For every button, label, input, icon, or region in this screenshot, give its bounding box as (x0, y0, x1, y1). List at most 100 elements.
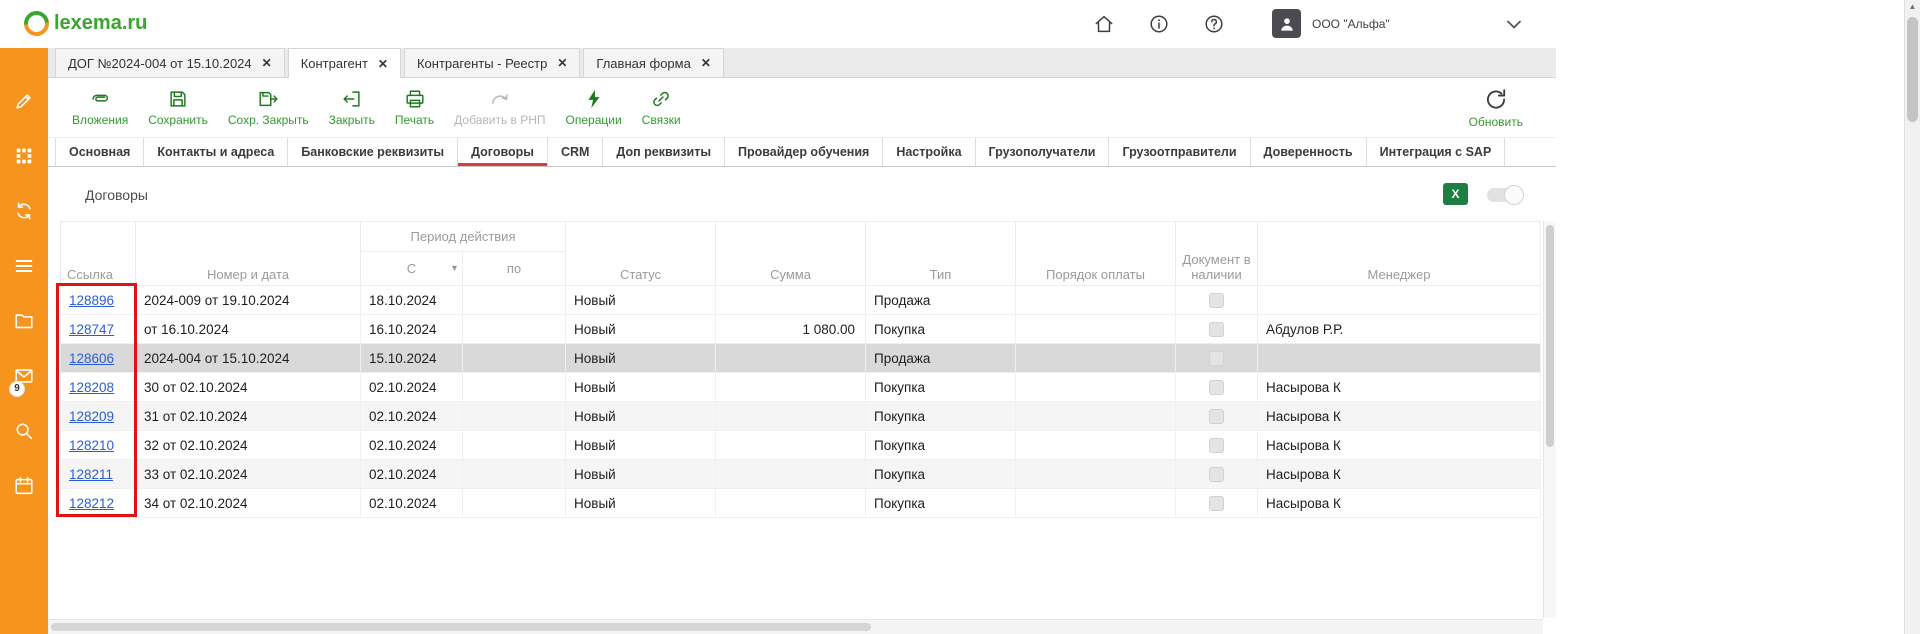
column-header-doc-available[interactable]: Документ в наличии (1176, 222, 1258, 286)
doc-available-checkbox[interactable] (1209, 293, 1224, 308)
doc-available-checkbox[interactable] (1209, 496, 1224, 511)
cell-sum (716, 402, 866, 431)
contract-link[interactable]: 128211 (69, 467, 113, 482)
sidebar-item-mail[interactable]: 9 (13, 365, 35, 387)
links-button[interactable]: Связки (642, 88, 681, 127)
column-header-status[interactable]: Статус (566, 222, 716, 286)
table-horizontal-scrollbar[interactable] (48, 619, 1543, 634)
form-tab[interactable]: Доверенность (1251, 138, 1367, 166)
contract-link[interactable]: 128208 (69, 380, 114, 395)
window-tab[interactable]: ДОГ №2024-004 от 15.10.2024 ✕ (55, 48, 285, 77)
form-tab[interactable]: Провайдер обучения (725, 138, 883, 166)
sidebar-item-search[interactable] (13, 420, 35, 442)
cell-link: 128211 (61, 460, 136, 489)
table-row[interactable]: 12820931 от 02.10.202402.10.2024НовыйПок… (61, 402, 1541, 431)
contract-link[interactable]: 128212 (69, 496, 114, 511)
column-header-link[interactable]: Ссылка (61, 222, 136, 286)
table-row[interactable]: 12820830 от 02.10.202402.10.2024НовыйПок… (61, 373, 1541, 402)
table-row[interactable]: 128747от 16.10.202416.10.2024Новый1 080.… (61, 315, 1541, 344)
cell-payment (1016, 344, 1176, 373)
app-logo[interactable]: lexema.ru (24, 11, 147, 36)
window-tab-active[interactable]: Контрагент ✕ (288, 48, 401, 78)
table-row[interactable]: 12821133 от 02.10.202402.10.2024НовыйПок… (61, 460, 1541, 489)
cell-to (463, 315, 566, 344)
close-icon[interactable]: ✕ (701, 56, 711, 70)
close-icon[interactable]: ✕ (557, 56, 567, 70)
print-button[interactable]: Печать (395, 88, 434, 127)
doc-available-checkbox[interactable] (1209, 351, 1224, 366)
sidebar-item-edit[interactable] (13, 90, 35, 112)
table-vertical-scrollbar[interactable] (1543, 221, 1556, 618)
refresh-button[interactable]: Обновить (1469, 86, 1523, 129)
sidebar-item-apps[interactable] (13, 145, 35, 167)
close-button[interactable]: Закрыть (329, 88, 375, 127)
form-tab[interactable]: Настройка (883, 138, 975, 166)
doc-available-checkbox[interactable] (1209, 467, 1224, 482)
sidebar-item-calendar[interactable] (13, 475, 35, 497)
contract-link[interactable]: 128209 (69, 409, 114, 424)
table-row[interactable]: 1288962024-009 от 19.10.202418.10.2024Но… (61, 286, 1541, 315)
form-tab[interactable]: Грузоотправители (1109, 138, 1250, 166)
form-tab[interactable]: Грузополучатели (976, 138, 1110, 166)
cell-number: 2024-004 от 15.10.2024 (136, 344, 361, 373)
column-header-payment-order[interactable]: Порядок оплаты (1016, 222, 1176, 286)
scrollbar-thumb[interactable] (1546, 225, 1554, 447)
home-icon[interactable] (1093, 13, 1115, 35)
column-header-to[interactable]: по (463, 252, 566, 286)
form-tab-bar: Основная Контакты и адреса Банковские ре… (48, 138, 1556, 167)
sort-dropdown-icon[interactable]: ▾ (452, 263, 457, 274)
save-close-button[interactable]: Сохр. Закрыть (228, 88, 309, 127)
table-row[interactable]: 12821234 от 02.10.202402.10.2024НовыйПок… (61, 489, 1541, 518)
doc-available-checkbox[interactable] (1209, 438, 1224, 453)
user-avatar[interactable] (1272, 9, 1301, 38)
browser-scrollbar[interactable]: ▲ (1904, 0, 1920, 634)
column-header-manager[interactable]: Менеджер (1258, 222, 1541, 286)
column-header-number[interactable]: Номер и дата (136, 222, 361, 286)
scroll-up-arrow-icon[interactable]: ▲ (1905, 0, 1920, 14)
cell-status: Новый (566, 489, 716, 518)
help-icon[interactable] (1203, 13, 1225, 35)
form-tab[interactable]: Основная (55, 138, 144, 166)
excel-export-button[interactable]: X (1443, 183, 1468, 205)
form-tab[interactable]: Интеграция с SAP (1367, 138, 1506, 166)
window-tab[interactable]: Главная форма ✕ (583, 48, 723, 77)
cell-sum: 1 080.00 (716, 315, 866, 344)
form-tab[interactable]: Доп реквизиты (603, 138, 725, 166)
contracts-table: Ссылка Номер и дата Период действия Стат… (60, 221, 1541, 518)
contract-link[interactable]: 128747 (69, 322, 114, 337)
close-icon[interactable]: ✕ (378, 57, 388, 71)
window-tab[interactable]: Контрагенты - Реестр ✕ (404, 48, 580, 77)
info-icon[interactable] (1148, 13, 1170, 35)
column-header-sum[interactable]: Сумма (716, 222, 866, 286)
sidebar-item-list[interactable] (13, 255, 35, 277)
scrollbar-thumb[interactable] (51, 623, 871, 631)
cell-link: 128212 (61, 489, 136, 518)
scrollbar-thumb[interactable] (1907, 17, 1918, 122)
cell-status: Новый (566, 286, 716, 315)
form-tab[interactable]: CRM (548, 138, 603, 166)
cell-sum (716, 373, 866, 402)
visibility-toggle[interactable] (1487, 188, 1523, 202)
form-tab[interactable]: Банковские реквизиты (288, 138, 458, 166)
doc-available-checkbox[interactable] (1209, 380, 1224, 395)
cell-from: 02.10.2024 (361, 489, 463, 518)
form-tab-dogovory[interactable]: Договоры (458, 138, 548, 166)
chevron-down-icon[interactable] (1502, 12, 1526, 36)
cell-status: Новый (566, 460, 716, 489)
contract-link[interactable]: 128896 (69, 293, 114, 308)
save-button[interactable]: Сохранить (148, 88, 208, 127)
sidebar-item-documents[interactable] (13, 310, 35, 332)
column-header-type[interactable]: Тип (866, 222, 1016, 286)
operations-button[interactable]: Операции (566, 88, 622, 127)
doc-available-checkbox[interactable] (1209, 409, 1224, 424)
table-row[interactable]: 1286062024-004 от 15.10.202415.10.2024Но… (61, 344, 1541, 373)
column-header-from[interactable]: С▾ (361, 252, 463, 286)
form-tab[interactable]: Контакты и адреса (144, 138, 288, 166)
doc-available-checkbox[interactable] (1209, 322, 1224, 337)
sidebar-item-sync[interactable] (13, 200, 35, 222)
attachments-button[interactable]: Вложения (72, 88, 128, 127)
close-icon[interactable]: ✕ (262, 56, 272, 70)
contract-link[interactable]: 128210 (69, 438, 114, 453)
table-row[interactable]: 12821032 от 02.10.202402.10.2024НовыйПок… (61, 431, 1541, 460)
contract-link[interactable]: 128606 (69, 351, 114, 366)
